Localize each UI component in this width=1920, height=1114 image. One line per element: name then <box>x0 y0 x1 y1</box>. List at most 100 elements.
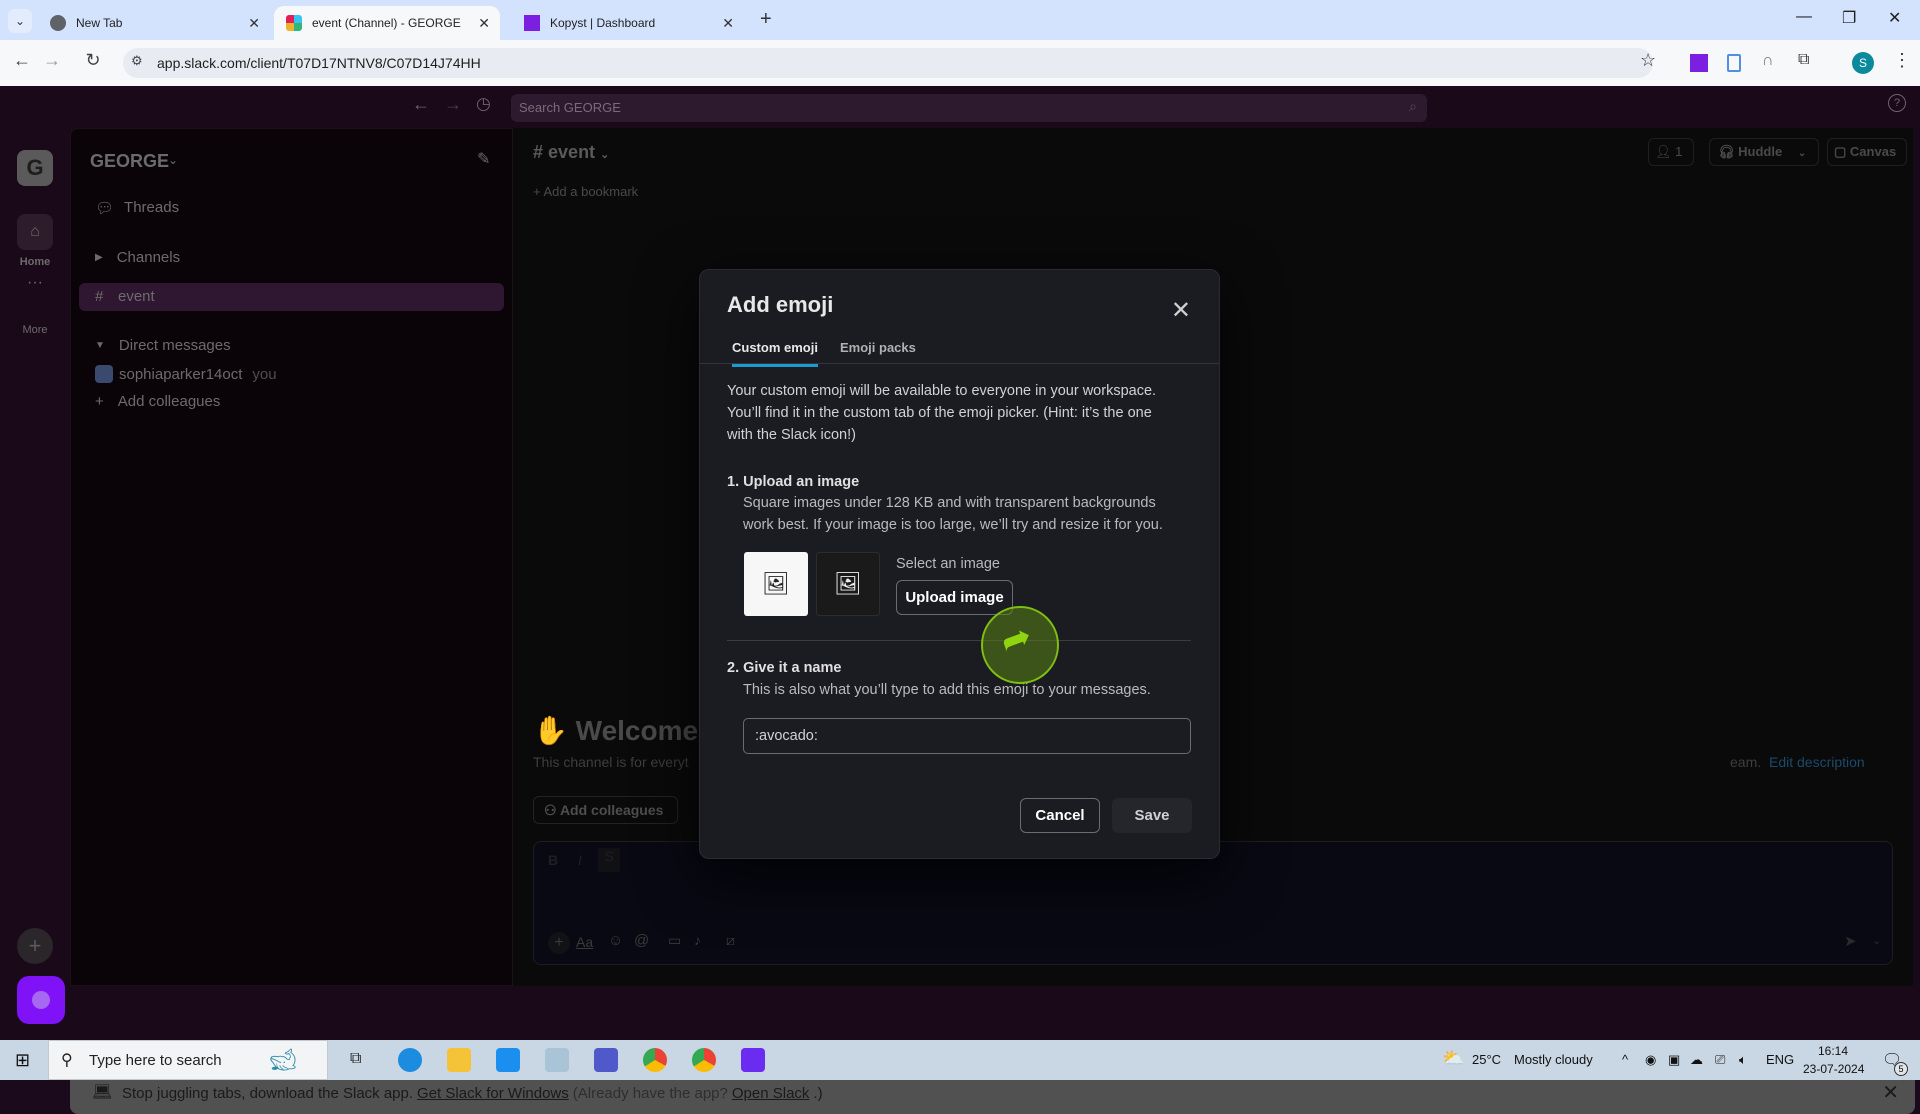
emoji-icon[interactable]: ☺ <box>608 932 623 949</box>
help-icon[interactable]: ? <box>1888 94 1906 112</box>
channel-title[interactable]: # event ⌄ <box>533 142 609 163</box>
slash-command-icon[interactable]: ⧄ <box>726 932 735 949</box>
bookmark-star-icon[interactable]: ☆ <box>1640 50 1656 71</box>
mention-icon[interactable]: @ <box>634 932 649 949</box>
open-slack-link[interactable]: Open Slack <box>732 1085 810 1102</box>
edge-icon[interactable] <box>398 1048 422 1072</box>
browser-menu-icon[interactable]: ⋮ <box>1893 50 1911 71</box>
edit-description-link[interactable]: Edit description <box>1769 754 1865 770</box>
tab-new-tab[interactable]: New Tab ✕ <box>38 6 270 40</box>
kopyst-dot-icon <box>32 991 50 1009</box>
workspace-switcher[interactable]: G <box>17 150 53 186</box>
chrome-profile-icon[interactable] <box>692 1048 716 1072</box>
tray-chevron-up-icon[interactable]: ^ <box>1622 1052 1628 1067</box>
add-bookmark-button[interactable]: + Add a bookmark <box>533 184 638 199</box>
sidebar-item-threads[interactable]: 💬︎ Threads <box>95 199 179 217</box>
banner-close-icon[interactable]: ✕ <box>1882 1080 1899 1105</box>
weather-condition[interactable]: Mostly cloudy <box>1514 1052 1593 1067</box>
canvas-button[interactable]: ▢ Canvas <box>1827 138 1907 166</box>
weather-temperature[interactable]: 25°C <box>1472 1052 1501 1067</box>
message-composer[interactable]: B I S + Aa ☺ @ ▭ ♪ ⧄ ➤ ⌄ <box>533 841 1893 965</box>
more-icon[interactable]: ··· <box>0 274 70 292</box>
italic-icon[interactable]: I <box>578 852 582 868</box>
attach-plus-icon[interactable]: + <box>548 932 570 954</box>
network-icon[interactable]: ⎚ <box>1715 1052 1725 1068</box>
welcome-title: Welcome <box>575 715 699 746</box>
strikethrough-icon[interactable]: S <box>598 848 620 872</box>
kopyst-extension-icon[interactable] <box>1690 54 1708 72</box>
task-view-icon[interactable]: ⧉ <box>350 1050 361 1068</box>
new-tab-button[interactable]: + <box>760 8 772 31</box>
onedrive-cloud-icon[interactable]: ☁ <box>1690 1052 1703 1068</box>
profile-avatar[interactable]: S <box>1852 52 1874 74</box>
huddle-button[interactable]: 🎧︎ Huddle ⌄ <box>1709 138 1819 166</box>
add-colleagues-button[interactable]: ⚇ Add colleagues <box>533 796 678 824</box>
preview-dark: 🖼︎ <box>816 552 880 616</box>
close-tab-icon[interactable]: ✕ <box>248 15 260 32</box>
file-explorer-icon[interactable] <box>447 1048 471 1072</box>
minimize-button[interactable]: — <box>1796 8 1812 26</box>
extension-icon[interactable] <box>1727 54 1741 72</box>
mail-icon[interactable] <box>496 1048 520 1072</box>
kopyst-taskbar-icon[interactable] <box>741 1048 765 1072</box>
close-icon[interactable]: ✕ <box>1171 296 1191 325</box>
history-clock-icon[interactable]: ◷ <box>476 94 491 114</box>
history-forward-icon[interactable]: → <box>444 94 462 115</box>
record-icon[interactable]: ◉ <box>1645 1052 1656 1068</box>
history-back-icon[interactable]: ← <box>412 94 430 115</box>
tab-emoji-packs[interactable]: Emoji packs <box>840 340 916 364</box>
reload-button[interactable]: ↻ <box>80 50 106 71</box>
add-emoji-dialog: Add emoji ✕ Custom emoji Emoji packs You… <box>699 269 1220 859</box>
extension-arc-icon[interactable]: ∩ <box>1762 52 1774 70</box>
workspace-name[interactable]: GEORGE <box>90 151 169 172</box>
emoji-name-input[interactable] <box>743 718 1191 754</box>
back-button[interactable]: ← <box>9 50 35 71</box>
send-options-chevron-icon[interactable]: ⌄ <box>1872 934 1881 947</box>
windows-start-icon[interactable]: ⊞ <box>15 1050 30 1071</box>
upload-image-button[interactable]: Upload image <box>896 580 1013 615</box>
site-info-icon[interactable]: ⚙ <box>131 53 143 69</box>
chrome-icon[interactable] <box>643 1048 667 1072</box>
compose-icon[interactable]: ✎ <box>477 149 490 169</box>
tab-search-button[interactable]: ⌄ <box>8 9 32 33</box>
add-workspace-button[interactable]: + <box>17 928 53 964</box>
members-button[interactable]: 👤︎ 1 <box>1648 138 1694 166</box>
banner-end-text: .) <box>813 1084 823 1102</box>
video-icon[interactable]: ▭ <box>668 932 681 949</box>
chevron-down-icon[interactable]: ⌄ <box>1798 148 1806 159</box>
sidebar-section-dms[interactable]: ▼ Direct messages <box>95 337 231 354</box>
close-tab-icon[interactable]: ✕ <box>478 15 490 32</box>
laptop-icon: 💻︎ <box>92 1084 113 1101</box>
tab-kopyst[interactable]: Kopyst | Dashboard ✕ <box>512 6 744 40</box>
send-icon[interactable]: ➤ <box>1844 932 1857 950</box>
sidebar-item-event[interactable]: # event <box>79 283 504 311</box>
microphone-icon[interactable]: ♪ <box>694 932 701 948</box>
close-tab-icon[interactable]: ✕ <box>722 15 734 32</box>
sidebar-item-dm-user[interactable]: sophiaparker14oct you <box>95 365 277 383</box>
home-icon[interactable]: ⌂ <box>17 214 53 250</box>
tab-slack-event[interactable]: event (Channel) - GEORGE - Sla ✕ <box>274 6 500 40</box>
language-indicator[interactable]: ENG <box>1766 1052 1794 1067</box>
step1-heading: 1. Upload an image <box>727 474 860 490</box>
save-button[interactable]: Save <box>1112 798 1192 833</box>
taskbar-search-input[interactable]: ⚲ Type here to search 🐋︎ <box>48 1040 328 1080</box>
clock-time[interactable]: 16:14 <box>1818 1044 1848 1058</box>
notepad-icon[interactable] <box>545 1048 569 1072</box>
sidebar-add-colleagues[interactable]: + Add colleagues <box>95 393 220 410</box>
volume-icon[interactable]: 🔈︎ <box>1739 1052 1747 1068</box>
cancel-button[interactable]: Cancel <box>1020 798 1100 833</box>
restore-button[interactable]: ❐ <box>1842 8 1856 28</box>
bold-icon[interactable]: B <box>548 852 558 868</box>
formatting-icon[interactable]: Aa <box>576 934 593 950</box>
kopyst-launcher-button[interactable] <box>17 976 65 1024</box>
camera-icon[interactable]: ▣ <box>1668 1052 1680 1068</box>
forward-button[interactable]: → <box>39 50 65 71</box>
search-input[interactable]: Search GEORGE ⌕ <box>511 94 1427 122</box>
url-text[interactable]: app.slack.com/client/T07D17NTNV8/C07D14J… <box>157 55 481 71</box>
sidebar-section-channels[interactable]: ▶ Channels <box>95 249 180 266</box>
close-window-button[interactable]: ✕ <box>1888 8 1901 28</box>
clock-date[interactable]: 23-07-2024 <box>1803 1062 1864 1076</box>
teams-icon[interactable] <box>594 1048 618 1072</box>
extensions-puzzle-icon[interactable]: ⧉ <box>1798 51 1809 69</box>
get-slack-link[interactable]: Get Slack for Windows <box>417 1085 569 1102</box>
